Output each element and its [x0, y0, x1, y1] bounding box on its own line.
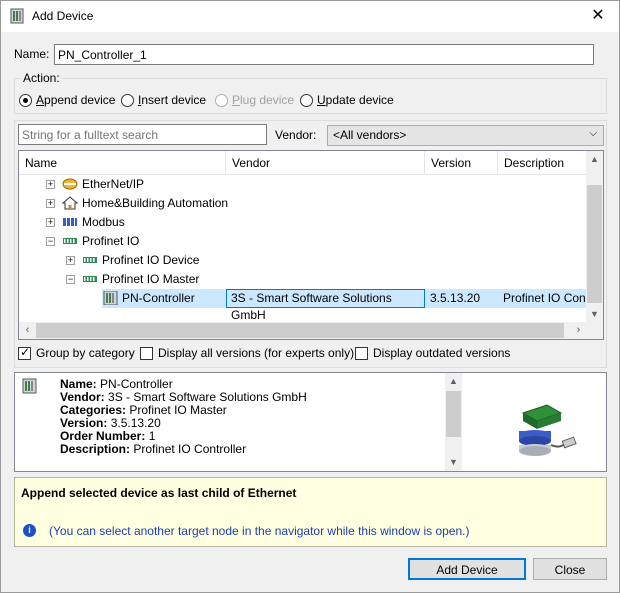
profinet-icon — [63, 238, 77, 244]
hint-note: (You can select another target node in t… — [49, 524, 470, 538]
tree-node-label: Profinet IO Device — [102, 253, 200, 267]
tree-vertical-scrollbar[interactable]: ▲ ▼ — [586, 151, 603, 323]
vendor-label: Vendor: — [275, 128, 317, 142]
window-title: Add Device — [32, 9, 94, 23]
info-name: Name: PN-Controller — [60, 377, 173, 391]
scroll-right-icon[interactable]: › — [570, 322, 587, 339]
info-version: Version: 3.5.13.20 — [60, 416, 161, 430]
info-icon: i — [23, 524, 36, 537]
info-categories: Categories: Profinet IO Master — [60, 403, 227, 417]
name-label: Name: — [14, 47, 50, 61]
device-icon — [103, 291, 118, 305]
device-info-panel: Name: PN-Controller Vendor: 3S - Smart S… — [14, 372, 607, 472]
device-image-icon — [473, 375, 606, 469]
scroll-up-icon[interactable]: ▲ — [445, 373, 462, 390]
action-legend: Action: — [21, 71, 62, 85]
tree-node-profinet-io-master[interactable]: − Profinet IO Master — [19, 270, 587, 289]
radio-label: Insert device — [138, 93, 207, 107]
radio-indicator — [215, 93, 228, 107]
profinet-icon — [83, 276, 97, 282]
device-icon — [22, 378, 37, 394]
radio-update-device[interactable]: Update device — [300, 93, 394, 107]
tree-node-ethernet-ip[interactable]: + EtherNet/IP — [19, 175, 587, 194]
tree-node-label: Modbus — [82, 215, 125, 229]
tree-node-profinet-io-device[interactable]: + Profinet IO Device — [19, 251, 587, 270]
collapse-icon[interactable]: − — [46, 237, 55, 246]
tree-node-label: EtherNet/IP — [82, 177, 145, 191]
scroll-up-icon[interactable]: ▲ — [586, 151, 603, 168]
tree-node-home-building[interactable]: + Home&Building Automation — [19, 194, 587, 213]
info-order-number: Order Number: 1 — [60, 429, 156, 443]
expand-icon[interactable]: + — [66, 256, 75, 265]
display-all-versions-checkbox[interactable]: Display all versions (for experts only) — [140, 346, 354, 360]
selected-row-vendor[interactable]: 3S - Smart Software Solutions GmbH — [226, 289, 425, 322]
add-device-button[interactable]: Add Device — [408, 558, 526, 580]
radio-indicator — [121, 93, 134, 107]
fulltext-search-input[interactable] — [18, 124, 267, 145]
device-app-icon — [10, 8, 24, 24]
checkbox-label: Display outdated versions — [373, 346, 511, 360]
scroll-left-icon[interactable]: ‹ — [19, 322, 36, 339]
modbus-icon — [63, 218, 77, 226]
tree-horizontal-scrollbar[interactable]: ‹ › — [19, 322, 587, 339]
ethernet-ip-icon — [62, 178, 78, 190]
info-vendor: Vendor: 3S - Smart Software Solutions Gm… — [60, 390, 307, 404]
vendor-selected: <All vendors> — [333, 128, 407, 142]
column-header-version[interactable]: Version — [425, 151, 498, 175]
radio-label: Update device — [317, 93, 394, 107]
expand-icon[interactable]: + — [46, 218, 55, 227]
column-header-vendor[interactable]: Vendor — [226, 151, 425, 175]
collapse-icon[interactable]: − — [66, 275, 75, 284]
scroll-thumb[interactable] — [587, 185, 602, 303]
group-by-category-checkbox[interactable]: Group by category — [18, 345, 135, 360]
add-device-dialog: Add Device ✕ Name: Action: Append device… — [0, 0, 620, 593]
scroll-thumb[interactable] — [36, 323, 564, 338]
display-outdated-versions-checkbox[interactable]: Display outdated versions — [355, 346, 510, 360]
checkbox-indicator — [355, 346, 368, 360]
tree-node-label: Profinet IO — [82, 234, 140, 248]
tree-node-label: Home&Building Automation — [82, 196, 229, 210]
radio-label: Append device — [36, 93, 116, 107]
checkbox-label: Group by category — [36, 346, 135, 360]
info-description: Description: Profinet IO Controller — [60, 442, 247, 456]
hint-title: Append selected device as last child of … — [21, 486, 297, 500]
radio-plug-device: Plug device — [215, 93, 294, 107]
close-button[interactable]: Close — [533, 558, 607, 580]
radio-label: Plug device — [232, 93, 295, 107]
title-bar: Add Device ✕ — [1, 1, 619, 32]
tree-header: Name Vendor Version Description — [19, 151, 587, 175]
hint-panel: Append selected device as last child of … — [14, 477, 607, 547]
device-tree[interactable]: Name Vendor Version Description + EtherN… — [18, 150, 604, 340]
tree-node-profinet-io[interactable]: − Profinet IO — [19, 232, 587, 251]
house-icon — [62, 196, 78, 210]
radio-indicator — [300, 93, 313, 107]
checkbox-indicator — [18, 345, 31, 360]
column-header-description[interactable]: Description — [498, 151, 587, 175]
scrollbar-corner — [586, 322, 603, 339]
checkbox-indicator — [140, 346, 153, 360]
scroll-down-icon[interactable]: ▼ — [445, 454, 462, 471]
name-input[interactable] — [54, 44, 594, 65]
vendor-dropdown[interactable]: <All vendors> ⌵ — [327, 125, 604, 146]
checkbox-label: Display all versions (for experts only) — [158, 346, 355, 360]
info-vertical-scrollbar[interactable]: ▲ ▼ — [445, 373, 462, 471]
radio-indicator — [19, 93, 32, 107]
tree-node-modbus[interactable]: + Modbus — [19, 213, 587, 232]
expand-icon[interactable]: + — [46, 199, 55, 208]
scroll-thumb[interactable] — [446, 391, 461, 437]
expand-icon[interactable]: + — [46, 180, 55, 189]
radio-append-device[interactable]: Append device — [19, 93, 115, 107]
tree-node-label: PN-Controller — [122, 291, 195, 305]
close-icon[interactable]: ✕ — [585, 4, 611, 28]
scroll-down-icon[interactable]: ▼ — [586, 306, 603, 323]
selected-row-version: 3.5.13.20 — [430, 291, 481, 305]
selected-row-description: Profinet IO Contr — [503, 291, 594, 305]
radio-insert-device[interactable]: Insert device — [121, 93, 206, 107]
column-header-name[interactable]: Name — [19, 151, 226, 175]
tree-node-label: Profinet IO Master — [102, 272, 200, 286]
chevron-down-icon: ⌵ — [589, 128, 597, 139]
profinet-icon — [83, 257, 97, 263]
